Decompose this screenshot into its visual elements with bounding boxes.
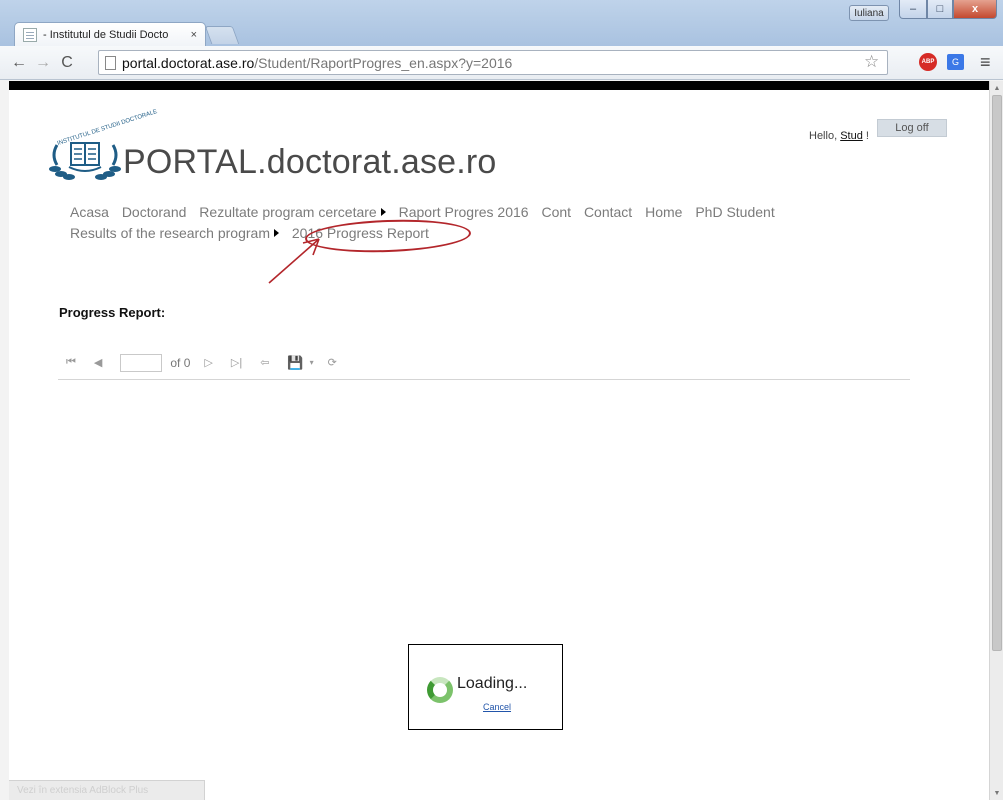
menu-item-home[interactable]: Home — [645, 202, 682, 223]
menu-item-label: Contact — [583, 204, 633, 220]
cancel-loading-link[interactable]: Cancel — [483, 702, 511, 712]
menu-item-label: Rezultate program cercetare — [199, 204, 377, 220]
export-dropdown-icon[interactable]: ▾ — [310, 358, 314, 367]
menu-item-contact[interactable]: Contact — [584, 202, 632, 223]
menu-item-cont[interactable]: Cont — [541, 202, 571, 223]
log-off-button[interactable]: Log off — [877, 119, 947, 137]
loading-text: Loading... — [457, 675, 528, 692]
address-bar[interactable]: portal.doctorat.ase.ro /Student/RaportPr… — [98, 50, 888, 75]
page-count-text: of 0 — [170, 355, 191, 370]
greeting: Hello, Stud ! — [809, 130, 869, 142]
reload-icon[interactable]: C — [56, 52, 78, 74]
page-number-input[interactable] — [120, 353, 163, 372]
new-tab-button[interactable] — [204, 26, 240, 44]
menu-item-label: Raport Progres 2016 — [398, 204, 529, 220]
status-bubble: Vezi în extensia AdBlock Plus — [9, 780, 205, 800]
annotation-arrow-icon — [268, 238, 320, 284]
section-title: Progress Report: — [59, 305, 166, 320]
main-menu: Acasa Doctorand Rezultate program cercet… — [70, 202, 930, 244]
scroll-up-arrow-icon[interactable]: ▲ — [990, 81, 1003, 95]
menu-item-label: Doctorand — [121, 204, 187, 220]
bookmark-star-icon[interactable]: ☆ — [864, 52, 879, 72]
scroll-thumb[interactable] — [992, 95, 1002, 651]
scroll-down-arrow-icon[interactable]: ▼ — [990, 786, 1003, 800]
url-path: /Student/RaportProgres_en.aspx?y=2016 — [254, 54, 513, 71]
page-favicon-icon — [23, 27, 37, 42]
menu-item-label: Home — [645, 204, 683, 220]
previous-page-icon[interactable]: ◀ — [94, 356, 102, 369]
next-page-icon[interactable]: ▷ — [204, 356, 212, 369]
menu-item-rezultate-program-cercetare[interactable]: Rezultate program cercetare — [199, 202, 386, 223]
browser-tab-active[interactable]: - Institutul de Studii Docto × — [14, 22, 206, 46]
refresh-icon[interactable]: ⟳ — [328, 356, 337, 369]
menu-item-label: Results of the research program — [70, 225, 270, 241]
tab-close-icon[interactable]: × — [191, 29, 197, 41]
browser-menu-icon[interactable]: ≡ — [980, 52, 991, 73]
menu-item-label: Acasa — [70, 204, 109, 220]
url-host: portal.doctorat.ase.ro — [122, 54, 255, 71]
profile-badge[interactable]: Iuliana — [849, 5, 889, 21]
loading-panel: Loading... Cancel — [408, 644, 563, 730]
menu-item-label: Cont — [541, 204, 572, 220]
menu-item-phd-student[interactable]: PhD Student — [695, 202, 774, 223]
menu-item-acasa[interactable]: Acasa — [70, 202, 109, 223]
site-title[interactable]: PORTAL.doctorat.ase.ro — [123, 143, 497, 182]
page-top-bar — [9, 81, 989, 90]
adblock-plus-icon[interactable]: ABP — [919, 53, 937, 71]
maximize-button[interactable]: □ — [927, 0, 953, 19]
browser-toolbar: ← → C portal.doctorat.ase.ro /Student/Ra… — [0, 46, 1003, 80]
greeting-suffix: ! — [865, 130, 869, 142]
forward-arrow-icon[interactable]: → — [32, 52, 54, 74]
last-page-icon[interactable]: ▷| — [231, 356, 242, 369]
close-window-button[interactable]: x — [953, 0, 997, 19]
submenu-arrow-icon — [380, 208, 386, 216]
page-icon — [105, 55, 116, 70]
greeting-prefix: Hello, — [809, 130, 838, 142]
site-logo[interactable]: INSTITUTUL DE STUDII DOCTORALE — [47, 109, 158, 185]
back-to-parent-icon[interactable]: ⇦ — [260, 356, 269, 369]
menu-item-doctorand[interactable]: Doctorand — [122, 202, 187, 223]
export-save-icon[interactable]: 💾 — [287, 355, 303, 371]
menu-item-results-of-the-research-program[interactable]: Results of the research program — [70, 223, 279, 244]
back-arrow-icon[interactable]: ← — [8, 52, 30, 74]
vertical-scrollbar[interactable]: ▲ ▼ — [989, 81, 1003, 800]
minimize-button[interactable]: – — [899, 0, 927, 19]
page-viewport: INSTITUTUL DE STUDII DOCTORALE PORTAL.do… — [9, 81, 989, 800]
translate-icon[interactable]: G — [947, 54, 964, 70]
tab-title: - Institutul de Studii Docto — [43, 28, 169, 41]
user-name-link[interactable]: Stud — [840, 130, 863, 142]
window-titlebar: - Institutul de Studii Docto × Iuliana –… — [0, 0, 1003, 46]
loading-spinner-icon — [427, 677, 453, 703]
window-controls: – □ x — [899, 0, 997, 19]
first-page-icon[interactable]: ⏮ — [66, 356, 76, 369]
menu-item-label: PhD Student — [695, 204, 775, 220]
report-viewer-toolbar: ⏮ ◀ of 0 ▷ ▷| ⇦ 💾 ▾ ⟳ — [58, 346, 910, 380]
